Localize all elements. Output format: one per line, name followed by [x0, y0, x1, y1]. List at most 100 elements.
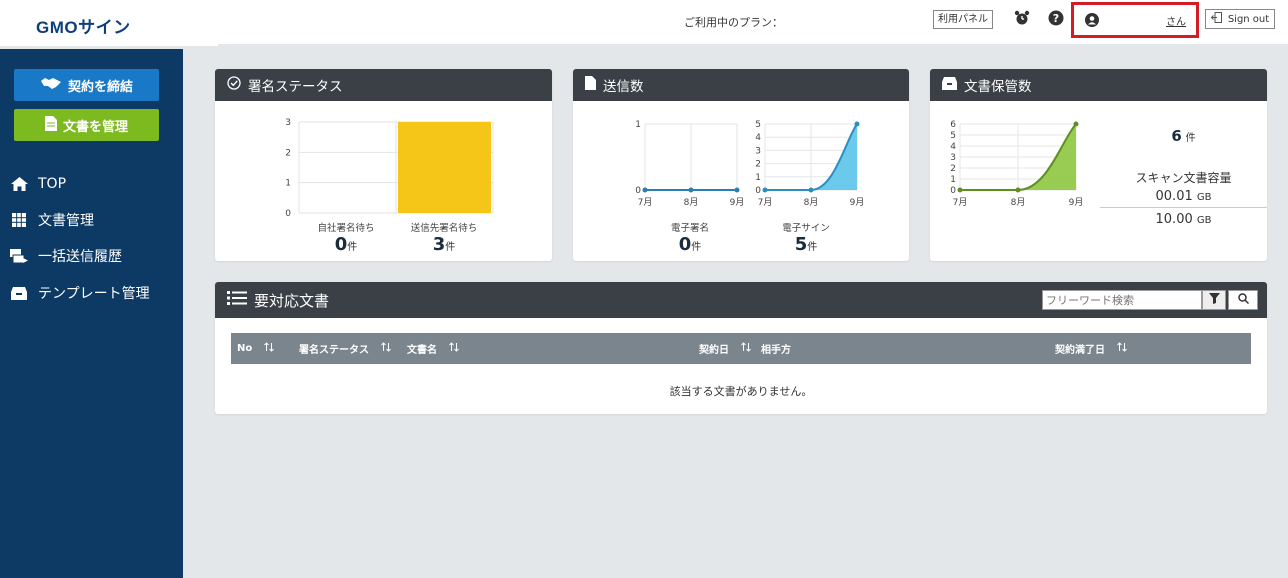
sidebar-item-templates[interactable]: テンプレート管理: [10, 282, 150, 304]
column-counterparty[interactable]: 相手方: [761, 333, 791, 364]
own-signature-pending-count[interactable]: 0件: [301, 234, 391, 255]
column-no[interactable]: No: [237, 333, 275, 364]
sort-icon: [381, 342, 391, 355]
x-tick-label: 7月: [758, 197, 773, 208]
x-tick-label: 7月: [638, 197, 653, 208]
alarm-clock-icon[interactable]: [1014, 10, 1030, 26]
signature-status-chart: 0 1 2 3: [285, 118, 494, 219]
x-tick-label: 9月: [1069, 197, 1084, 208]
column-label: 相手方: [761, 345, 791, 356]
count-unit: 件: [807, 242, 818, 253]
sign-out-button[interactable]: Sign out: [1205, 9, 1275, 29]
start-contract-button[interactable]: 契約を締結: [14, 69, 159, 101]
filter-button[interactable]: [1202, 290, 1226, 310]
sign-out-icon: [1210, 12, 1222, 26]
x-tick-label: 9月: [850, 197, 865, 208]
sort-icon: [741, 342, 751, 355]
count-value: 0: [334, 234, 348, 255]
header-divider: [218, 44, 1288, 46]
count-unit: 件: [347, 242, 358, 253]
column-label: 署名ステータス: [299, 345, 369, 356]
user-avatar-icon: [1085, 13, 1099, 27]
y-tick-label: 1: [950, 175, 956, 185]
electronic-sign-chart: 0 1 2 3 4 5 7月 8月 9月: [755, 120, 865, 208]
y-tick-label: 4: [950, 142, 956, 152]
help-icon[interactable]: ?: [1048, 10, 1064, 26]
electronic-signature-label: 電子署名: [670, 223, 709, 234]
scan-used-value: 00.01: [1155, 189, 1193, 204]
user-menu[interactable]: さん: [1071, 2, 1199, 38]
sort-icon: [449, 342, 459, 355]
recipient-signature-pending-count[interactable]: 3件: [399, 234, 489, 255]
user-name-suffix[interactable]: さん: [1166, 13, 1186, 28]
sort-icon: [1117, 342, 1127, 355]
scan-divider: [1100, 207, 1267, 208]
column-label: 契約満了日: [1055, 345, 1105, 356]
column-contract-date[interactable]: 契約日: [699, 333, 751, 364]
manage-documents-button[interactable]: 文書を管理: [14, 109, 159, 141]
data-point: [957, 187, 963, 193]
count-unit: 件: [691, 242, 702, 253]
x-tick-label: 8月: [1011, 197, 1026, 208]
count-value: 3: [432, 234, 446, 255]
free-word-search-input[interactable]: [1042, 290, 1202, 310]
data-point: [1073, 121, 1079, 127]
y-tick-label: 0: [285, 209, 291, 219]
y-tick-label: 0: [755, 186, 761, 196]
scan-used: 00.01 GB: [1100, 189, 1267, 204]
pending-documents-card: 要対応文書 No 署名ステータス 文書名: [215, 282, 1267, 414]
sent-count-title: 送信数: [603, 79, 644, 95]
y-tick-label: 5: [755, 120, 761, 130]
own-signature-pending-label: 自社署名待ち: [317, 223, 375, 234]
y-tick-label: 0: [950, 186, 956, 196]
column-document-name[interactable]: 文書名: [407, 333, 459, 364]
archive-box-icon: [942, 76, 957, 94]
storage-chart: 0123456 7月 8月 9月: [950, 120, 1084, 208]
column-signature-status[interactable]: 署名ステータス: [299, 333, 391, 364]
count-value: 0: [678, 234, 692, 255]
storage-title: 文書保管数: [964, 79, 1032, 95]
sidebar-item-label: TOP: [38, 176, 67, 192]
x-tick-label: 7月: [953, 197, 968, 208]
grid-icon: [10, 212, 28, 228]
sidebar-item-batch-history[interactable]: 一括送信履歴: [10, 245, 122, 267]
signature-status-card: 署名ステータス 0123 自社署名待ち 送信先署名待ち 0件 3件: [215, 69, 552, 261]
electronic-sign-count[interactable]: 5件: [761, 234, 851, 255]
count-value: 5: [794, 234, 808, 255]
pending-documents-title: 要対応文書: [254, 291, 330, 310]
y-tick-label: 2: [755, 160, 761, 170]
signature-status-header: 署名ステータス: [215, 69, 552, 101]
sidebar-item-top[interactable]: TOP: [10, 173, 66, 195]
column-expiry-date[interactable]: 契約満了日: [1055, 333, 1127, 364]
sign-out-label: Sign out: [1227, 13, 1270, 25]
start-contract-label: 契約を締結: [67, 79, 133, 95]
manage-documents-label: 文書を管理: [62, 119, 128, 135]
handshake-icon: [40, 76, 62, 94]
search-button[interactable]: [1228, 290, 1258, 310]
data-point: [854, 121, 860, 127]
sent-count-header: 送信数: [573, 69, 909, 101]
usage-panel-button[interactable]: 利用パネル: [933, 10, 993, 29]
y-tick-label: 0: [635, 186, 641, 196]
x-tick-label: 8月: [684, 197, 699, 208]
x-tick-label: 8月: [804, 197, 819, 208]
scan-total: 10.00 GB: [1100, 212, 1267, 227]
gmo-sign-logo[interactable]: GMOサイン: [36, 13, 131, 38]
y-tick-label: 5: [950, 131, 956, 141]
list-icon: [227, 290, 247, 310]
column-label: 文書名: [407, 345, 437, 356]
data-point: [688, 187, 694, 193]
sidebar-item-label: テンプレート管理: [38, 286, 150, 302]
sidebar-item-documents[interactable]: 文書管理: [10, 209, 94, 231]
home-icon: [10, 176, 28, 192]
search-icon: [1237, 293, 1249, 307]
y-tick-label: 3: [285, 118, 291, 128]
electronic-signature-count[interactable]: 0件: [645, 234, 735, 255]
batch-send-icon: [10, 248, 28, 264]
y-tick-label: 3: [755, 146, 761, 156]
plan-label: ご利用中のプラン：: [684, 16, 783, 29]
column-label: 契約日: [699, 345, 729, 356]
scan-unit: GB: [1196, 215, 1212, 226]
data-point: [734, 187, 740, 193]
y-tick-label: 2: [950, 164, 956, 174]
